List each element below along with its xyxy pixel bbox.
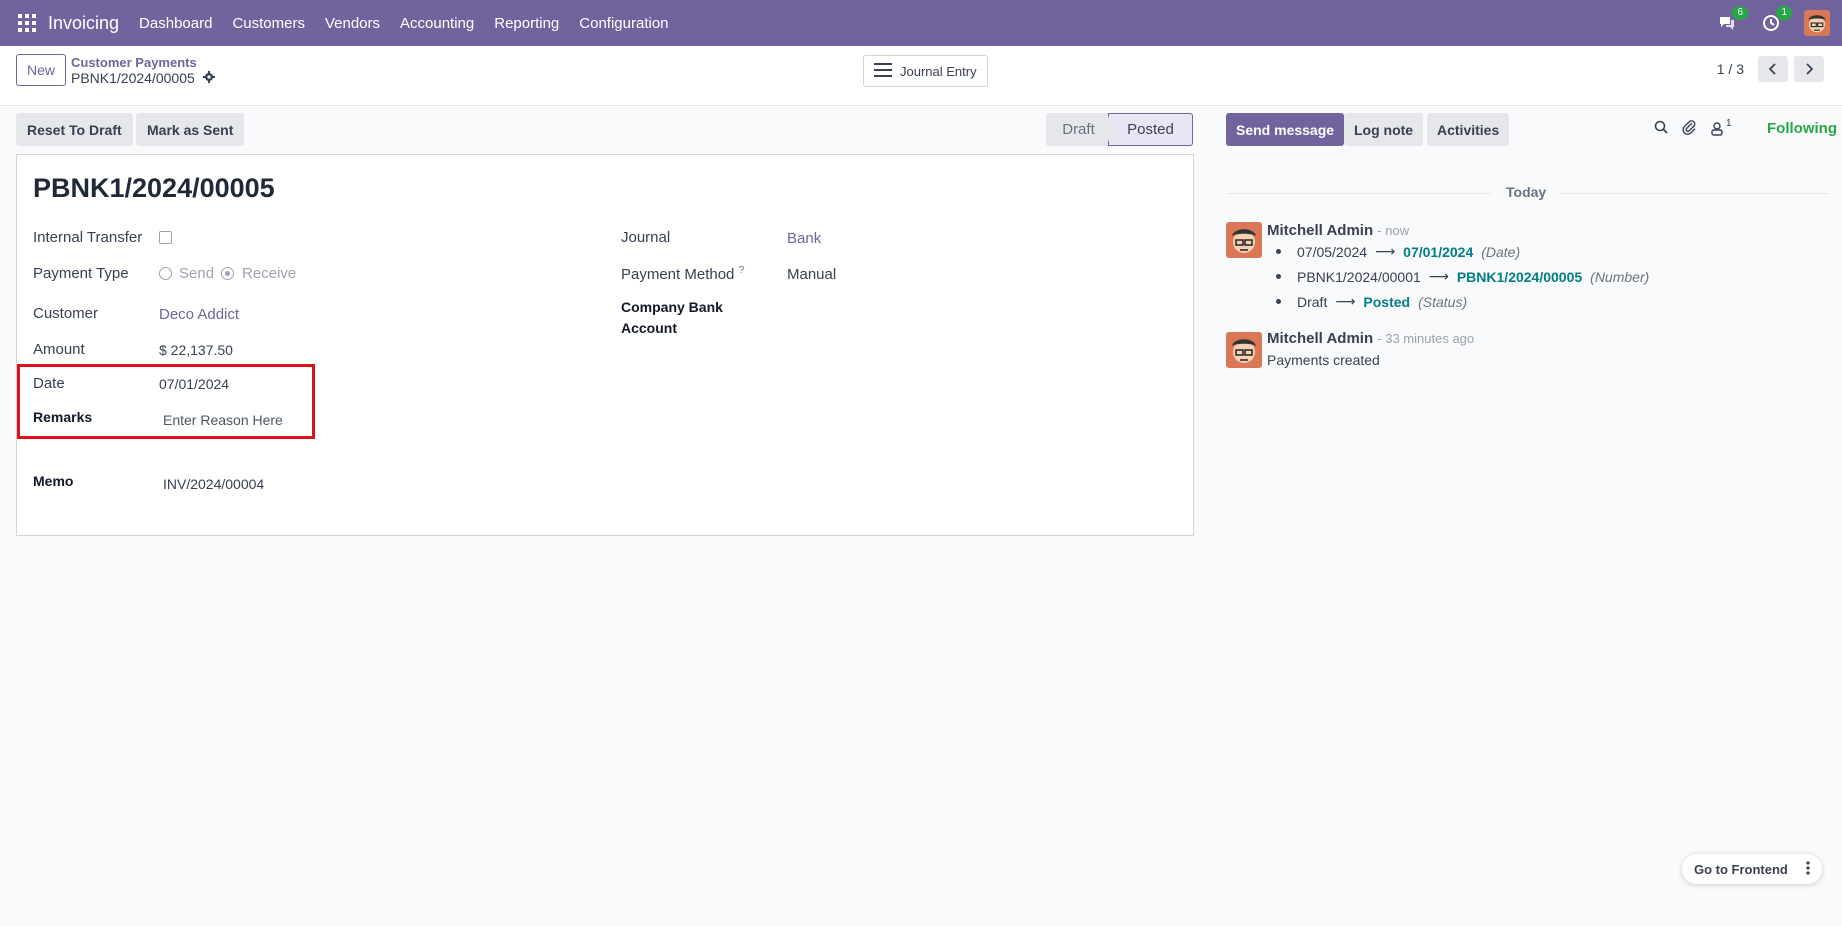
message-author-avatar[interactable] <box>1226 332 1262 368</box>
tracking-row: PBNK1/2024/00001 ⟶ PBNK1/2024/00005 (Num… <box>1276 268 1649 285</box>
tracking-field: (Number) <box>1590 268 1650 285</box>
payment-method-field[interactable]: Manual <box>787 266 836 283</box>
new-button[interactable]: New <box>16 54 67 86</box>
bullet <box>1276 299 1281 304</box>
message-time: - now <box>1377 223 1410 238</box>
control-panel: New Customer Payments PBNK1/2024/00005 J… <box>0 46 1842 106</box>
message-author[interactable]: Mitchell Admin - 33 minutes ago <box>1267 330 1474 347</box>
author-name[interactable]: Mitchell Admin <box>1267 330 1373 347</box>
tracking-old-value: Draft <box>1297 293 1328 310</box>
nav-customers[interactable]: Customers <box>232 15 305 32</box>
status-posted[interactable]: Posted <box>1108 113 1193 146</box>
memo-field[interactable]: INV/2024/00004 <box>163 476 264 492</box>
journal-label: Journal <box>621 229 671 246</box>
date-label: Date <box>33 375 65 392</box>
payment-method-label-text: Payment Method <box>621 266 735 283</box>
go-to-frontend-button[interactable]: Go to Frontend <box>1694 862 1788 877</box>
send-message-button[interactable]: Send message <box>1226 113 1345 146</box>
payment-type-send-radio[interactable] <box>159 267 172 280</box>
bullet <box>1276 249 1281 254</box>
nav-dashboard[interactable]: Dashboard <box>139 15 212 32</box>
tracking-old-value: 07/05/2024 <box>1297 243 1368 260</box>
followers-count: 1 <box>1726 118 1732 129</box>
company-bank-label-line2: Account <box>621 320 677 336</box>
author-name[interactable]: Mitchell Admin <box>1267 222 1373 239</box>
tracking-field: (Date) <box>1481 243 1521 260</box>
messages-icon[interactable]: 6 <box>1716 6 1748 34</box>
nav-vendors[interactable]: Vendors <box>325 15 380 32</box>
journal-field[interactable]: Bank <box>787 230 821 247</box>
customer-label: Customer <box>33 305 99 322</box>
log-note-button[interactable]: Log note <box>1344 113 1424 146</box>
tracking-field: (Status) <box>1418 293 1468 310</box>
message-author[interactable]: Mitchell Admin - now <box>1267 222 1409 239</box>
journal-entry-button[interactable]: Journal Entry <box>863 55 988 87</box>
pager-previous-button[interactable] <box>1758 56 1788 82</box>
company-bank-label-line1: Company Bank <box>621 299 723 315</box>
help-icon[interactable]: ? <box>739 265 745 276</box>
apps-menu-icon[interactable] <box>18 14 36 32</box>
payment-type-label: Payment Type <box>33 265 129 282</box>
more-options-icon[interactable] <box>1806 860 1810 878</box>
payment-type-receive-radio[interactable] <box>221 267 234 280</box>
user-avatar[interactable] <box>1804 10 1830 36</box>
remarks-label: Remarks <box>33 409 93 425</box>
nav-reporting[interactable]: Reporting <box>494 15 559 32</box>
date-field[interactable]: 07/01/2024 <box>159 376 229 392</box>
activities-icon[interactable]: 1 <box>1760 6 1792 34</box>
chatter-icons: 1 <box>1654 118 1732 139</box>
reset-to-draft-button[interactable]: Reset To Draft <box>16 113 133 146</box>
pager-value[interactable]: 1 / 3 <box>1717 61 1744 77</box>
following-button[interactable]: Following <box>1767 120 1837 137</box>
activities-badge: 1 <box>1776 6 1792 20</box>
journal-entry-label: Journal Entry <box>900 63 977 79</box>
search-icon[interactable] <box>1654 120 1668 138</box>
customer-field[interactable]: Deco Addict <box>159 306 239 323</box>
tracking-new-value: Posted <box>1363 293 1411 310</box>
remarks-input[interactable]: Enter Reason Here <box>163 412 283 428</box>
amount-label: Amount <box>33 341 85 358</box>
mark-as-sent-button[interactable]: Mark as Sent <box>136 113 245 146</box>
pager: 1 / 3 <box>1717 56 1824 82</box>
message-body: Payments created <box>1267 352 1380 368</box>
form-sheet: PBNK1/2024/00005 Internal Transfer Payme… <box>16 154 1194 536</box>
record-title: PBNK1/2024/00005 <box>33 173 275 203</box>
activities-button[interactable]: Activities <box>1427 113 1510 146</box>
breadcrumb-customer-payments[interactable]: Customer Payments <box>71 55 197 70</box>
tracking-row: Draft ⟶ Posted (Status) <box>1276 293 1467 310</box>
record-name: PBNK1/2024/00005 <box>71 70 195 86</box>
payment-type-receive-label[interactable]: Receive <box>242 265 296 282</box>
message-time: - 33 minutes ago <box>1377 331 1475 346</box>
go-to-frontend-widget: Go to Frontend <box>1682 854 1822 884</box>
breadcrumb-current: PBNK1/2024/00005 <box>71 70 215 86</box>
tracking-new-value: 07/01/2024 <box>1403 243 1474 260</box>
followers-icon[interactable]: 1 <box>1710 118 1732 136</box>
tracking-new-value: PBNK1/2024/00005 <box>1456 268 1583 285</box>
arrow-right-icon: ⟶ <box>1428 268 1449 284</box>
memo-label: Memo <box>33 473 74 489</box>
status-arrow <box>1106 113 1116 145</box>
gear-icon[interactable] <box>202 70 215 86</box>
date-separator-label: Today <box>1492 184 1561 200</box>
internal-transfer-label: Internal Transfer <box>33 229 143 246</box>
internal-transfer-checkbox[interactable] <box>159 231 172 244</box>
arrow-right-icon: ⟶ <box>1375 243 1396 259</box>
payment-type-send-label[interactable]: Send <box>179 265 214 282</box>
payment-method-label: Payment Method ? <box>621 265 744 283</box>
message-author-avatar[interactable] <box>1226 222 1262 258</box>
amount-field[interactable]: $ 22,137.50 <box>159 342 233 358</box>
bullet <box>1276 274 1281 279</box>
tracking-old-value: PBNK1/2024/00001 <box>1297 268 1421 285</box>
paperclip-icon[interactable] <box>1682 119 1696 139</box>
arrow-right-icon: ⟶ <box>1335 293 1356 309</box>
status-draft[interactable]: Draft <box>1046 113 1111 146</box>
nav-configuration[interactable]: Configuration <box>579 15 668 32</box>
nav-accounting[interactable]: Accounting <box>400 15 474 32</box>
messages-badge: 6 <box>1732 6 1748 20</box>
top-navbar: Invoicing Dashboard Customers Vendors Ac… <box>0 0 1842 46</box>
pager-next-button[interactable] <box>1794 56 1824 82</box>
app-brand[interactable]: Invoicing <box>48 13 119 34</box>
tracking-row: 07/05/2024 ⟶ 07/01/2024 (Date) <box>1276 243 1520 260</box>
list-icon <box>874 62 892 80</box>
